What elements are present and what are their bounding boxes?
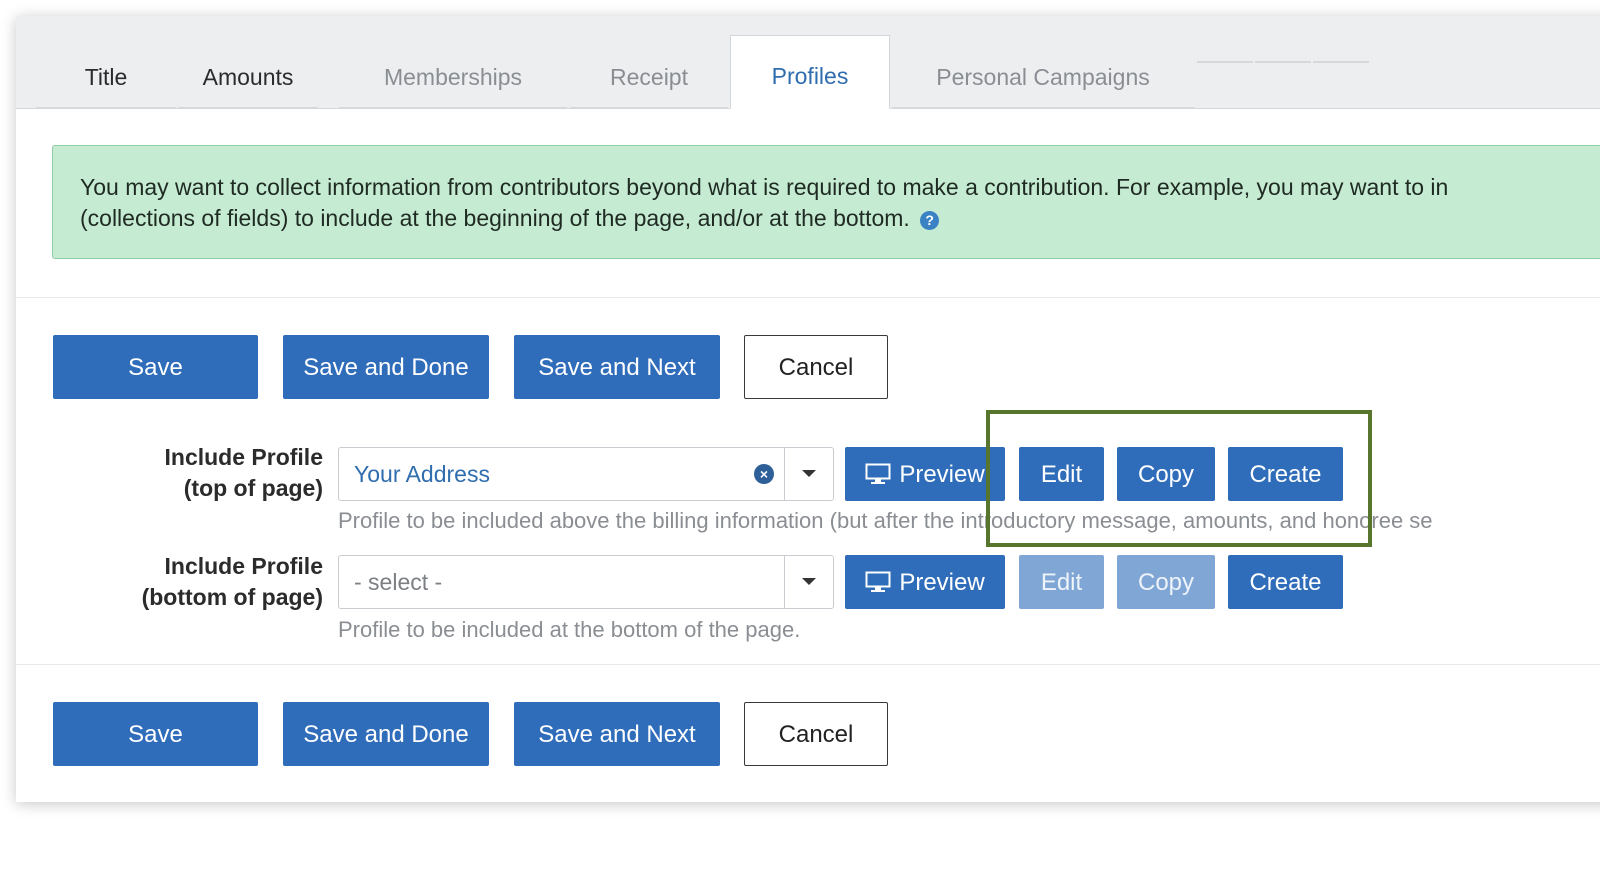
tab-profiles[interactable]: Profiles <box>730 35 890 109</box>
save-and-done-button-bottom[interactable]: Save and Done <box>283 702 489 766</box>
profile-bottom-help: Profile to be included at the bottom of … <box>338 617 801 642</box>
tab-memberships[interactable]: Memberships <box>339 50 567 108</box>
save-button-bottom[interactable]: Save <box>53 702 258 766</box>
alert-text-line-2: (collections of fields) to include at th… <box>80 205 910 231</box>
profile-top-help: Profile to be included above the billing… <box>338 508 1433 533</box>
dropdown-toggle[interactable] <box>784 556 833 608</box>
profile-top-select[interactable]: Your Address × <box>338 447 834 501</box>
tab-personal-campaigns[interactable]: Personal Campaigns <box>892 50 1194 108</box>
profile-top-value: Your Address <box>354 461 490 487</box>
alert-text-line-1: You may want to collect information from… <box>80 174 1449 200</box>
cancel-button-top[interactable]: Cancel <box>744 335 888 399</box>
profile-bottom-placeholder: - select - <box>354 569 443 595</box>
create-button-bottom[interactable]: Create <box>1228 555 1343 609</box>
cancel-button-bottom[interactable]: Cancel <box>744 702 888 766</box>
preview-button-bottom[interactable]: Preview <box>845 555 1005 609</box>
edit-button-bottom[interactable]: Edit <box>1019 555 1104 609</box>
profile-bottom-select[interactable]: - select - <box>338 555 834 609</box>
profile-bottom-label: Include Profile (bottom of page) <box>141 553 323 610</box>
clear-icon[interactable]: × <box>754 464 774 484</box>
tab-amounts[interactable]: Amounts <box>178 50 318 108</box>
save-and-done-button-top[interactable]: Save and Done <box>283 335 489 399</box>
info-alert: You may want to collect information from… <box>52 145 1600 259</box>
divider <box>16 664 1600 665</box>
tab-bar: Title Amounts Memberships Receipt Profil… <box>16 16 1600 109</box>
tab-placeholder <box>1255 61 1311 63</box>
copy-button-bottom[interactable]: Copy <box>1117 555 1215 609</box>
monitor-icon <box>865 571 891 592</box>
divider <box>16 297 1600 298</box>
tab-placeholder <box>1197 61 1253 63</box>
contribution-page-form: Title Amounts Memberships Receipt Profil… <box>16 16 1600 802</box>
create-button-top[interactable]: Create <box>1228 447 1343 501</box>
dropdown-toggle[interactable] <box>784 448 833 500</box>
monitor-icon <box>865 463 891 484</box>
copy-button-top[interactable]: Copy <box>1117 447 1215 501</box>
save-and-next-button-bottom[interactable]: Save and Next <box>514 702 720 766</box>
profile-top-label: Include Profile (top of page) <box>164 444 323 501</box>
chevron-down-icon <box>802 578 816 585</box>
tab-placeholder <box>1313 61 1369 63</box>
edit-button-top[interactable]: Edit <box>1019 447 1104 501</box>
help-icon[interactable]: ? <box>920 211 940 230</box>
chevron-down-icon <box>802 470 816 477</box>
tab-title[interactable]: Title <box>36 50 176 108</box>
save-button-top[interactable]: Save <box>53 335 258 399</box>
preview-button-top[interactable]: Preview <box>845 447 1005 501</box>
tab-receipt[interactable]: Receipt <box>570 50 728 108</box>
save-and-next-button-top[interactable]: Save and Next <box>514 335 720 399</box>
